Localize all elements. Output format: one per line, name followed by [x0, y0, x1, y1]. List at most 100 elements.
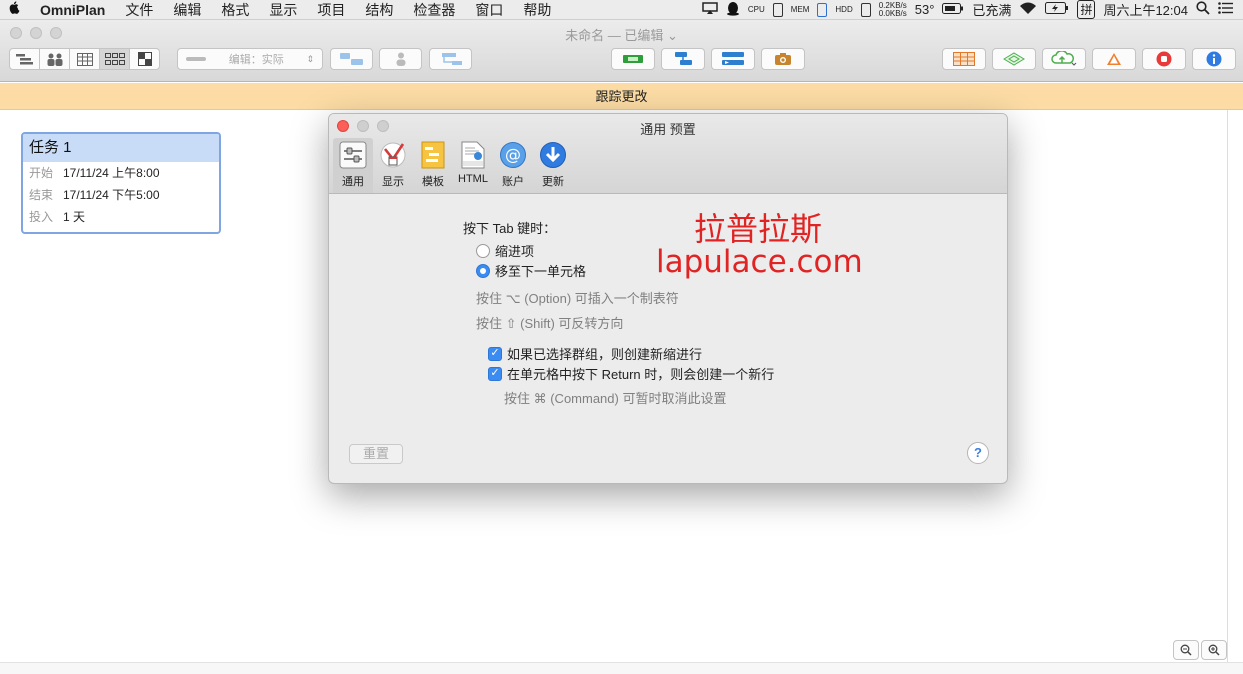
- check-group-checkbox[interactable]: ✓: [488, 346, 502, 361]
- calendar-view-button[interactable]: [69, 48, 100, 70]
- reset-button[interactable]: 重置: [349, 444, 403, 464]
- template-icon: [419, 141, 447, 169]
- popup-swatch-icon: [186, 57, 206, 61]
- tab-updates[interactable]: 更新: [533, 138, 573, 193]
- task-effort-key: 投入: [29, 210, 54, 224]
- menu-app-name[interactable]: OmniPlan: [30, 0, 115, 20]
- network-speed: 0.2KB/s 0.0KB/s: [878, 0, 907, 18]
- baseline-snapshot-button[interactable]: [761, 48, 805, 70]
- violations-button[interactable]: [1092, 48, 1136, 70]
- zoom-controls: [1173, 640, 1227, 660]
- window-title: 未命名 — 已编辑 ⌄: [565, 28, 678, 43]
- center-tools: [611, 48, 805, 70]
- task-effort-value: 1 天: [63, 210, 86, 224]
- help-button[interactable]: ?: [967, 442, 989, 464]
- preferences-tabs: 通用 显示 模板 HTML @ 账户 更新: [333, 138, 573, 193]
- radio-next-cell-option[interactable]: 移至下一单元格: [476, 261, 586, 280]
- task-card-title: 任务 1: [23, 134, 219, 162]
- menu-help[interactable]: 帮助: [513, 0, 561, 20]
- table-view-button[interactable]: [942, 48, 986, 70]
- popup-updown-icon: ⇕: [306, 53, 314, 64]
- battery-charging-icon[interactable]: [1045, 2, 1069, 17]
- spotlight-search-icon[interactable]: [1196, 1, 1210, 18]
- tab-templates[interactable]: 模板: [413, 138, 453, 193]
- resource-view-button[interactable]: [39, 48, 70, 70]
- task-card-row: 结束 17/11/24 下午5:00: [23, 184, 219, 206]
- task-card[interactable]: 任务 1 开始 17/11/24 上午8:00 结束 17/11/24 下午5:…: [21, 132, 221, 234]
- zoom-out-button[interactable]: [1173, 640, 1199, 660]
- radio-indent-option[interactable]: 缩进项: [476, 241, 534, 260]
- connect-tasks-button[interactable]: [330, 48, 373, 70]
- horizontal-scrollbar[interactable]: [0, 662, 1243, 674]
- tab-accounts-label: 账户: [502, 176, 524, 188]
- dashboard-view-button[interactable]: [129, 48, 160, 70]
- check-return-checkbox[interactable]: ✓: [488, 366, 502, 381]
- wifi-icon[interactable]: [1019, 2, 1037, 18]
- track-changes-bar[interactable]: 跟踪更改: [0, 83, 1243, 110]
- airplay-icon[interactable]: [702, 2, 718, 17]
- inspector-info-button[interactable]: [1192, 48, 1236, 70]
- menu-inspectors[interactable]: 检查器: [403, 0, 465, 20]
- menu-file[interactable]: 文件: [115, 0, 163, 20]
- cloud-publish-button[interactable]: [1042, 48, 1086, 70]
- battery-icon[interactable]: [942, 2, 964, 17]
- task-end-value: 17/11/24 下午5:00: [63, 188, 160, 202]
- menu-edit[interactable]: 编辑: [163, 0, 211, 20]
- tab-display[interactable]: 显示: [373, 138, 413, 193]
- zoom-in-button[interactable]: [1201, 640, 1227, 660]
- preferences-toolbar: 通用 预置 通用 显示 模板 HTML @ 账户 更新: [329, 114, 1007, 194]
- task-card-row: 开始 17/11/24 上午8:00: [23, 162, 219, 184]
- task-view-button[interactable]: [9, 48, 40, 70]
- tab-accounts[interactable]: @ 账户: [493, 138, 533, 193]
- task-start-value: 17/11/24 上午8:00: [63, 166, 160, 180]
- menubar-clock[interactable]: 周六上午12:04: [1103, 0, 1188, 19]
- mem-bar-icon: [817, 2, 828, 17]
- radio-next-cell[interactable]: [476, 263, 490, 278]
- hint-command-key: 按住 ⌘ (Command) 可暂时取消此设置: [504, 391, 727, 406]
- apple-menu-icon[interactable]: [0, 1, 30, 18]
- check-return-option[interactable]: ✓ 在单元格中按下 Return 时，则会创建一个新行: [488, 364, 774, 383]
- check-return-label: 在单元格中按下 Return 时，则会创建一个新行: [507, 367, 775, 382]
- check-group-option[interactable]: ✓ 如果已选择群组，则创建新缩进行: [488, 344, 702, 363]
- hdd-meter: HDD: [835, 4, 853, 14]
- battery-status[interactable]: 已充满: [972, 0, 1011, 19]
- level-resources-button[interactable]: [661, 48, 705, 70]
- general-preferences-pane: 按下 Tab 键时： 缩进项 移至下一单元格 按住 ⌥ (Option) 可插入…: [329, 194, 1007, 483]
- tab-updates-label: 更新: [542, 176, 564, 188]
- task-end-key: 结束: [29, 188, 54, 202]
- task-start-key: 开始: [29, 166, 54, 180]
- radio-indent[interactable]: [476, 243, 490, 258]
- at-sign-icon: @: [499, 141, 527, 169]
- split-task-button[interactable]: [429, 48, 472, 70]
- edit-mode-popup[interactable]: 编辑：实际 ⇕: [177, 48, 323, 70]
- menu-view[interactable]: 显示: [259, 0, 307, 20]
- network-view-button[interactable]: [99, 48, 130, 70]
- title-chevron-icon[interactable]: ⌄: [663, 28, 678, 43]
- tab-html[interactable]: HTML: [453, 138, 493, 193]
- stop-hand-button[interactable]: [1142, 48, 1186, 70]
- input-method-indicator[interactable]: 拼: [1077, 0, 1096, 19]
- menu-structure[interactable]: 结构: [355, 0, 403, 20]
- right-tools: [942, 48, 1236, 70]
- catch-up-button[interactable]: [711, 48, 755, 70]
- milestone-button[interactable]: [611, 48, 655, 70]
- qq-penguin-icon[interactable]: [726, 1, 740, 19]
- mem-meter: MEM: [790, 4, 810, 14]
- menu-project[interactable]: 项目: [307, 0, 355, 20]
- notification-center-icon[interactable]: [1218, 2, 1233, 17]
- assign-resource-button[interactable]: [379, 48, 422, 70]
- hint-shift-key: 按住 ⇧ (Shift) 可反转方向: [476, 316, 624, 331]
- menu-format[interactable]: 格式: [211, 0, 259, 20]
- hint-option-key: 按住 ⌥ (Option) 可插入一个制表符: [476, 291, 679, 306]
- tab-key-label: 按下 Tab 键时：: [463, 221, 557, 236]
- tab-general[interactable]: 通用: [333, 138, 373, 193]
- tab-display-label: 显示: [382, 176, 404, 188]
- split-task-tools: [429, 48, 472, 70]
- sliders-icon: [339, 141, 367, 169]
- menu-window[interactable]: 窗口: [465, 0, 513, 20]
- cpu-bar-icon: [772, 2, 783, 17]
- sync-view-button[interactable]: [992, 48, 1036, 70]
- edit-mode-popup-group: 编辑：实际 ⇕: [177, 48, 323, 70]
- dialog-title: 通用 预置: [640, 122, 696, 137]
- calendar-check-icon: [379, 141, 407, 169]
